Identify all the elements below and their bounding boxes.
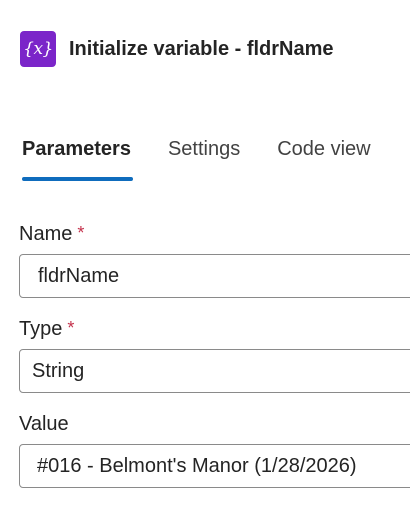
- type-field: Type * String: [19, 318, 410, 393]
- name-input[interactable]: fldrName: [19, 254, 410, 298]
- action-panel: {x} Initialize variable - fldrName Param…: [0, 0, 410, 508]
- type-select[interactable]: String: [19, 349, 410, 393]
- name-label-text: Name: [19, 223, 73, 245]
- action-title[interactable]: Initialize variable - fldrName: [69, 38, 334, 61]
- required-indicator: *: [77, 223, 85, 243]
- variable-icon: {x}: [20, 31, 56, 67]
- value-label: Value: [19, 413, 410, 436]
- tab-parameters[interactable]: Parameters: [22, 138, 133, 182]
- tab-list: Parameters Settings Code view: [22, 138, 408, 182]
- tab-settings[interactable]: Settings: [168, 138, 240, 182]
- name-label: Name *: [19, 223, 410, 246]
- required-indicator: *: [67, 318, 75, 338]
- action-header: {x} Initialize variable - fldrName: [20, 31, 334, 67]
- tab-code-view[interactable]: Code view: [277, 138, 370, 182]
- name-field: Name * fldrName: [19, 223, 410, 298]
- value-input[interactable]: #016 - Belmont's Manor (1/28/2026): [19, 444, 410, 488]
- value-field: Value #016 - Belmont's Manor (1/28/2026): [19, 413, 410, 488]
- value-label-text: Value: [19, 413, 69, 435]
- type-label: Type *: [19, 318, 410, 341]
- type-label-text: Type: [19, 318, 63, 340]
